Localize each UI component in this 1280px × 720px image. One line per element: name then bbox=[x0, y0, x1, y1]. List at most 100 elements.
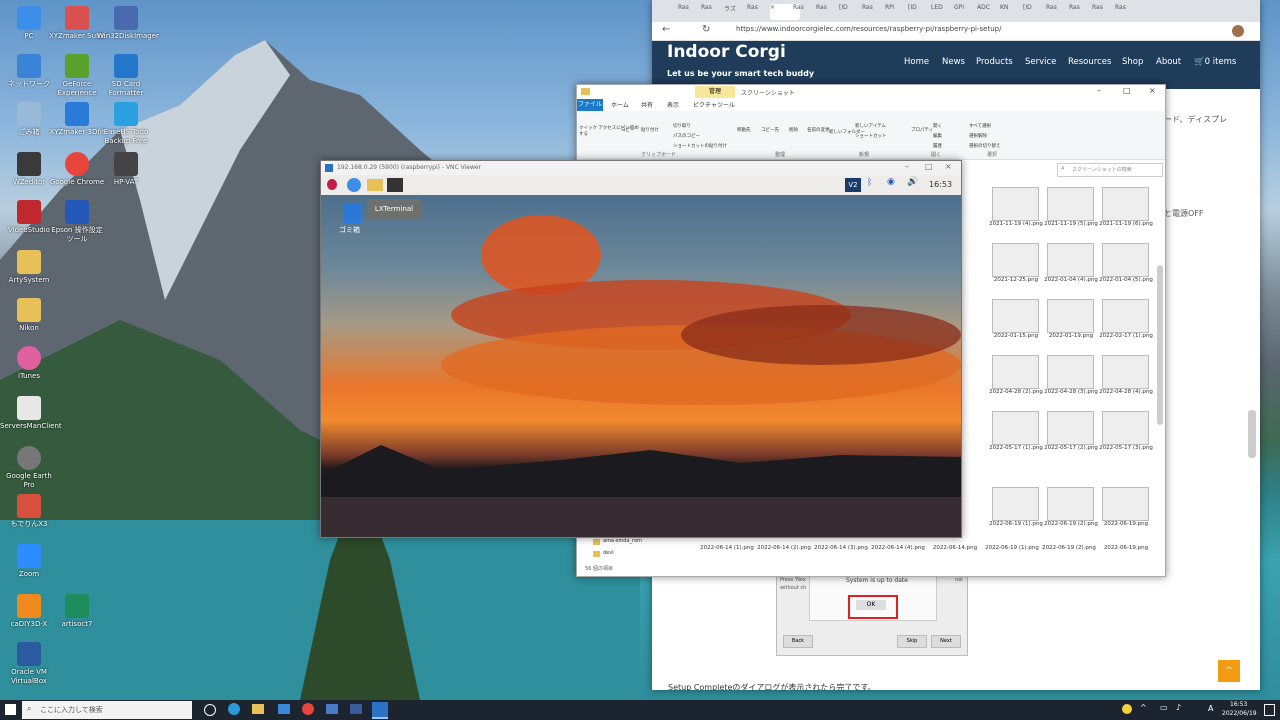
file-thumbnail[interactable] bbox=[992, 411, 1039, 445]
back-icon[interactable]: ← bbox=[662, 24, 670, 35]
browser-globe-icon[interactable] bbox=[347, 178, 361, 192]
browser-tab[interactable]: Ras bbox=[1069, 4, 1087, 20]
file-name[interactable]: 2021-11-19 (6).png bbox=[1098, 221, 1154, 228]
tab-share[interactable]: 共有 bbox=[641, 100, 653, 109]
browser-scrollbar[interactable] bbox=[1248, 410, 1256, 458]
pi-trash-icon[interactable] bbox=[343, 203, 361, 223]
tab-file[interactable]: ファイル bbox=[577, 99, 603, 111]
profile-icon[interactable] bbox=[1232, 25, 1244, 37]
file-thumbnail[interactable] bbox=[1102, 243, 1149, 277]
file-thumbnail[interactable] bbox=[1047, 411, 1094, 445]
file-thumbnail[interactable] bbox=[1047, 355, 1094, 389]
browser-tab[interactable]: Ras bbox=[1046, 4, 1064, 20]
browser-tab[interactable]: LED bbox=[931, 4, 949, 20]
file-name[interactable]: 2022-04-28 (2).png bbox=[988, 389, 1044, 396]
minimize-icon[interactable]: – bbox=[905, 162, 909, 171]
browser-tab[interactable]: ADC bbox=[977, 4, 995, 20]
tree-folder-1[interactable]: ama-smda_rom bbox=[603, 538, 642, 544]
desktop-icon-sd-formatter[interactable]: SD Card Formatter bbox=[97, 54, 155, 98]
file-name[interactable]: 2022-06-19.png bbox=[1098, 545, 1154, 552]
store-icon[interactable] bbox=[278, 704, 290, 714]
browser-tab[interactable]: GPI bbox=[954, 4, 972, 20]
tree-folder-2[interactable]: devl bbox=[603, 550, 614, 556]
ribbon-button[interactable]: ショートカット bbox=[855, 133, 915, 139]
bluetooth-icon[interactable]: ᛒ bbox=[867, 178, 872, 188]
nav-news[interactable]: News bbox=[942, 57, 965, 67]
volume-icon[interactable]: 🔊 bbox=[907, 177, 918, 187]
vnc-tray-icon[interactable]: V2 bbox=[845, 178, 861, 192]
manage-tab[interactable]: 管理 bbox=[695, 86, 735, 98]
nav-service[interactable]: Service bbox=[1025, 57, 1056, 67]
desktop-icon-hp-vat[interactable]: HP-VAT bbox=[97, 152, 155, 187]
browser-tab[interactable]: Ras bbox=[816, 4, 834, 20]
nav-home[interactable]: Home bbox=[904, 57, 929, 67]
file-thumbnail[interactable] bbox=[1102, 355, 1149, 389]
browser-tab[interactable]: Ras bbox=[747, 4, 765, 20]
tab-home[interactable]: ホーム bbox=[611, 100, 629, 109]
vnc-taskbar-icon[interactable] bbox=[372, 702, 388, 719]
file-thumbnail[interactable] bbox=[992, 243, 1039, 277]
file-thumbnail[interactable] bbox=[992, 355, 1039, 389]
file-name[interactable]: 2022-06-14 (2).png bbox=[756, 545, 812, 552]
desktop-icon-virtualbox[interactable]: Oracle VM VirtualBox bbox=[0, 642, 58, 686]
file-thumbnail[interactable] bbox=[1047, 299, 1094, 333]
file-name[interactable]: 2022-06-14.png bbox=[927, 545, 983, 552]
desktop-icon-moderin[interactable]: もでりんX3 bbox=[0, 494, 58, 529]
camera-app-icon[interactable] bbox=[350, 704, 362, 714]
file-name[interactable]: 2021-11-19 (4).png bbox=[988, 221, 1044, 228]
file-thumbnail[interactable] bbox=[1102, 187, 1149, 221]
taskbar-time[interactable]: 16:53 bbox=[1230, 701, 1247, 708]
file-explorer-icon[interactable] bbox=[252, 704, 264, 714]
desktop-icon-artisoct[interactable]: artisoct7 bbox=[48, 594, 106, 629]
ribbon-button[interactable]: パスのコピー bbox=[673, 133, 733, 139]
ribbon-button[interactable]: 選択の切り替え bbox=[969, 143, 1029, 149]
windows-start-icon[interactable] bbox=[5, 704, 16, 715]
desktop-icon-itunes[interactable]: iTunes bbox=[0, 346, 58, 381]
file-name[interactable]: 2021-11-19 (5).png bbox=[1043, 221, 1099, 228]
wifi-icon[interactable]: ◉ bbox=[887, 177, 895, 187]
file-name[interactable]: 2022-02-17 (1).png bbox=[1098, 333, 1154, 340]
nav-about[interactable]: About bbox=[1156, 57, 1181, 67]
explorer-scrollbar[interactable] bbox=[1157, 265, 1163, 425]
nav-products[interactable]: Products bbox=[976, 57, 1013, 67]
volume-tray-icon[interactable]: ♪ bbox=[1176, 703, 1181, 712]
file-manager-icon[interactable] bbox=[367, 179, 383, 191]
cart-link[interactable]: 🛒0 items bbox=[1194, 57, 1236, 67]
file-thumbnail[interactable] bbox=[1047, 187, 1094, 221]
nav-resources[interactable]: Resources bbox=[1068, 57, 1111, 67]
browser-tab[interactable]: Ras bbox=[1115, 4, 1133, 20]
browser-tab[interactable]: [ID bbox=[1023, 4, 1041, 20]
file-thumbnail[interactable] bbox=[1047, 487, 1094, 521]
file-name[interactable]: 2022-04-28 (3).png bbox=[1043, 389, 1099, 396]
file-name[interactable]: 2022-05-17 (2).png bbox=[1043, 445, 1099, 452]
file-name[interactable]: 2022-06-14 (4).png bbox=[870, 545, 926, 552]
file-name[interactable]: 2022-06-19 (1).png bbox=[984, 545, 1040, 552]
browser-tab[interactable]: [ID bbox=[908, 4, 926, 20]
file-name[interactable]: 2022-05-17 (1).png bbox=[988, 445, 1044, 452]
address-bar[interactable]: https://www.indoorcorgielec.com/resource… bbox=[736, 25, 1001, 33]
ribbon-button[interactable]: ショートカットの貼り付け bbox=[673, 143, 733, 149]
terminal-icon[interactable] bbox=[387, 178, 403, 192]
taskbar-date[interactable]: 2022/06/19 bbox=[1222, 710, 1257, 717]
browser-tab[interactable]: Ras bbox=[1092, 4, 1110, 20]
browser-tab[interactable]: ラズ bbox=[724, 4, 742, 20]
reload-icon[interactable]: ↻ bbox=[702, 24, 710, 35]
back-button[interactable]: Back bbox=[783, 635, 813, 648]
file-thumbnail[interactable] bbox=[1102, 487, 1149, 521]
notification-icon[interactable] bbox=[1264, 704, 1275, 716]
edge-icon[interactable] bbox=[228, 703, 240, 715]
ok-button[interactable]: OK bbox=[856, 600, 886, 610]
desktop-icon-serversman[interactable]: ServersManClient bbox=[0, 396, 62, 431]
file-name[interactable]: 2022-06-19 (2).png bbox=[1041, 545, 1097, 552]
file-name[interactable]: 2022-06-19 (1).png bbox=[988, 521, 1044, 528]
maximize-icon[interactable]: □ bbox=[1123, 86, 1131, 95]
ribbon-button[interactable]: 新しいアイテム bbox=[855, 123, 915, 129]
ribbon-button[interactable]: 選択解除 bbox=[969, 133, 1029, 139]
file-name[interactable]: 2022-01-19.png bbox=[1043, 333, 1099, 340]
maximize-icon[interactable]: □ bbox=[925, 162, 933, 171]
skip-button[interactable]: Skip bbox=[897, 635, 927, 648]
site-brand[interactable]: Indoor Corgi bbox=[667, 42, 786, 62]
search-box[interactable]: ⌕ スクリーンショットの検索 bbox=[1057, 163, 1163, 177]
next-button[interactable]: Next bbox=[931, 635, 961, 648]
file-thumbnail[interactable] bbox=[1102, 411, 1149, 445]
